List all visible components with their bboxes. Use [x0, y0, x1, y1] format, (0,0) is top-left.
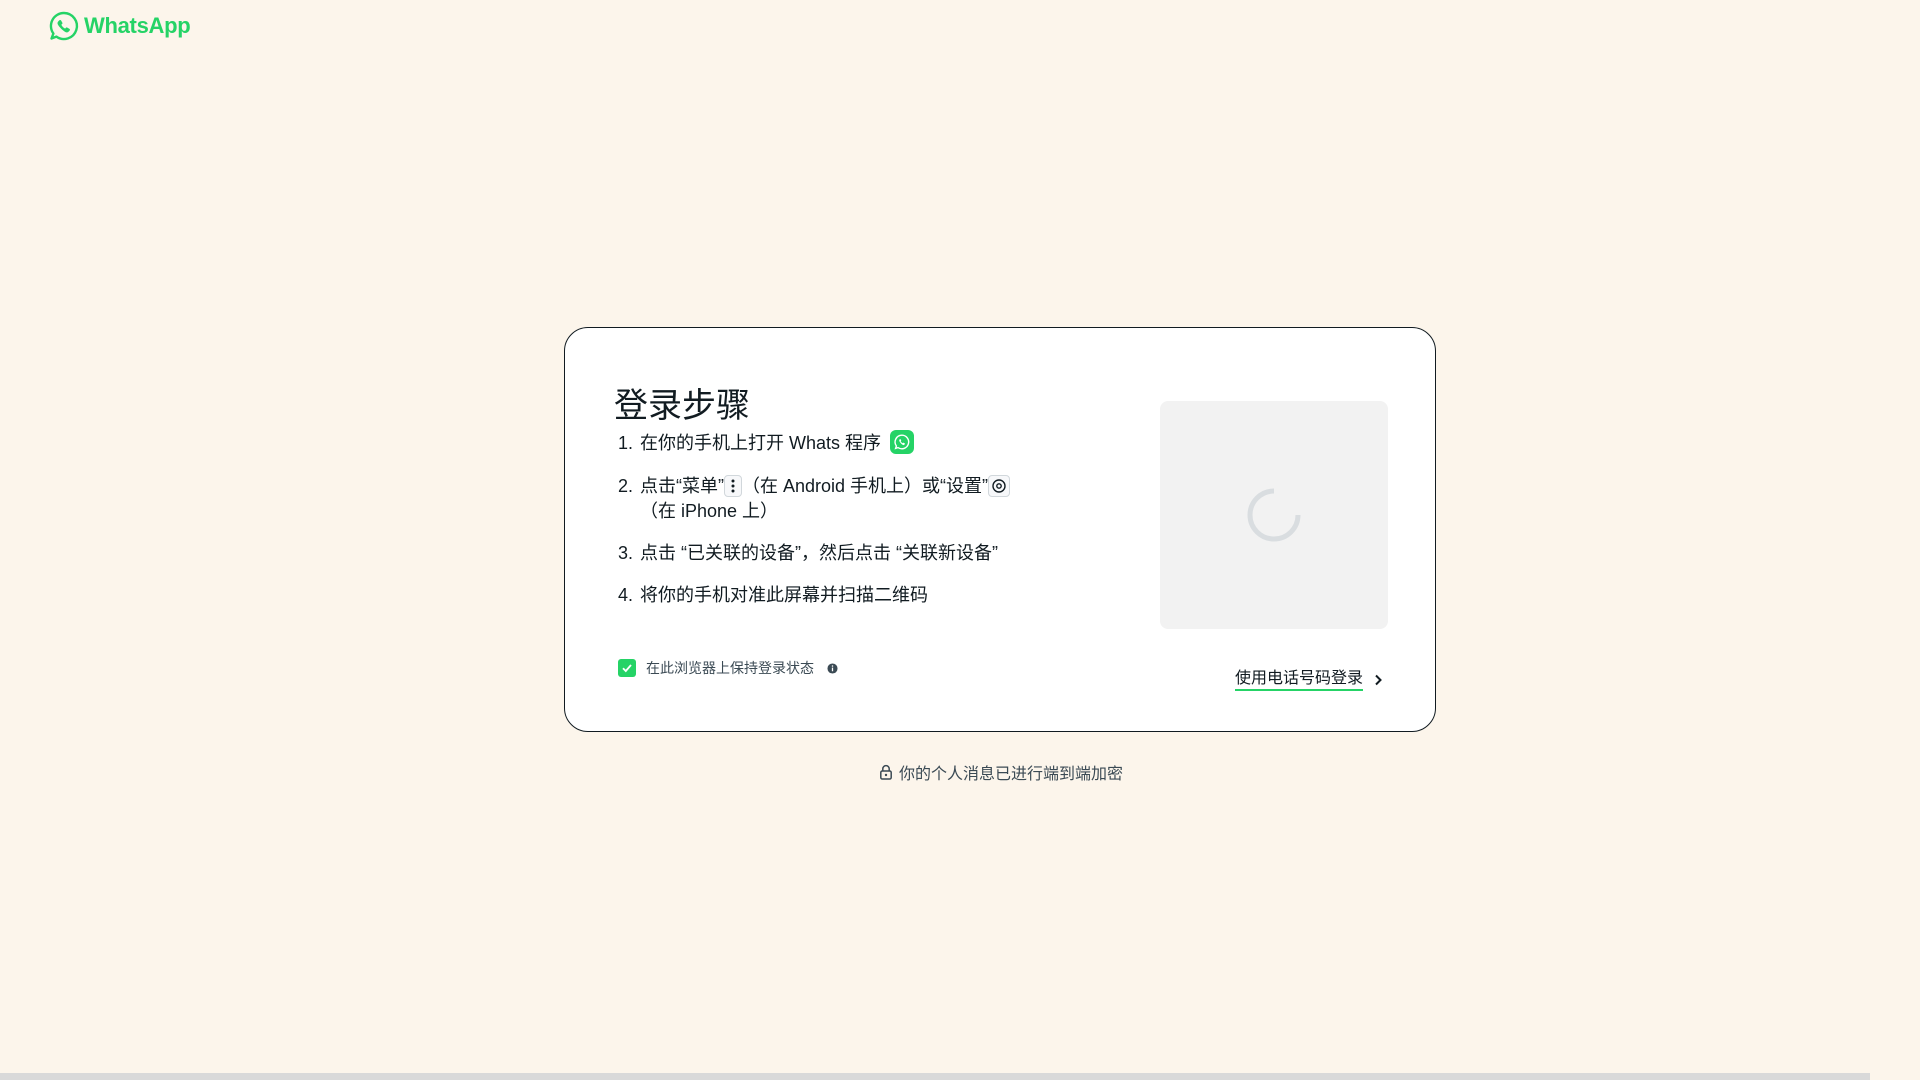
loading-spinner-icon	[1247, 488, 1301, 542]
checkmark-icon	[622, 664, 632, 673]
phone-login-link[interactable]: 使用电话号码登录	[1235, 669, 1385, 691]
phone-login-label: 使用电话号码登录	[1235, 669, 1364, 691]
chevron-right-icon	[1375, 674, 1382, 686]
keep-signed-in-checkbox[interactable]	[618, 659, 636, 677]
encryption-note: 你的个人消息已进行端到端加密	[879, 760, 1123, 784]
horizontal-scrollbar[interactable]	[0, 1073, 1870, 1080]
whatsapp-app-icon	[890, 430, 915, 455]
step-text: （在 Android 手机上）或“设置”	[742, 476, 989, 497]
qr-code-area	[1160, 401, 1388, 629]
login-steps-list: 1. 在你的手机上打开 Whats 程序 2. 点击“菜单” （在 Android…	[618, 430, 1058, 625]
kebab-menu-icon	[724, 474, 742, 497]
login-card: 登录步骤 1. 在你的手机上打开 Whats 程序 2. 点击“菜单” （在 An…	[564, 327, 1436, 732]
step-number: 4.	[618, 584, 634, 605]
keep-signed-in-option[interactable]: 在此浏览器上保持登录状态	[618, 658, 838, 678]
step-text: 将你的手机对准此屏幕并扫描二维码	[640, 584, 928, 605]
info-icon[interactable]	[827, 662, 838, 674]
whatsapp-logo[interactable]: WhatsApp	[48, 10, 191, 42]
brand-name: WhatsApp	[84, 13, 191, 38]
step-item: 1. 在你的手机上打开 Whats 程序	[618, 430, 1058, 456]
keep-signed-in-label: 在此浏览器上保持登录状态	[646, 660, 814, 676]
step-text: 在你的手机上打开 Whats 程序	[640, 433, 882, 453]
step-text: 点击 “已关联的设备”，然后点击 “关联新设备”	[640, 542, 998, 563]
settings-gear-icon	[988, 474, 1011, 497]
whatsapp-logo-icon	[49, 11, 79, 41]
step-item: 4. 将你的手机对准此屏幕并扫描二维码	[618, 583, 1058, 607]
encryption-note-text: 你的个人消息已进行端到端加密	[899, 766, 1124, 783]
step-number: 2.	[618, 476, 634, 497]
step-item: 2. 点击“菜单” （在 Android 手机上）或“设置” （在 iPhone 上…	[618, 474, 1058, 522]
step-text: （在 iPhone 上）	[640, 500, 779, 521]
step-number: 1.	[618, 433, 634, 453]
step-item: 3. 点击 “已关联的设备”，然后点击 “关联新设备”	[618, 541, 1058, 565]
step-number: 3.	[618, 542, 634, 563]
card-title: 登录步骤	[614, 387, 750, 425]
step-text: 点击“菜单”	[640, 476, 724, 497]
lock-icon	[880, 764, 892, 780]
